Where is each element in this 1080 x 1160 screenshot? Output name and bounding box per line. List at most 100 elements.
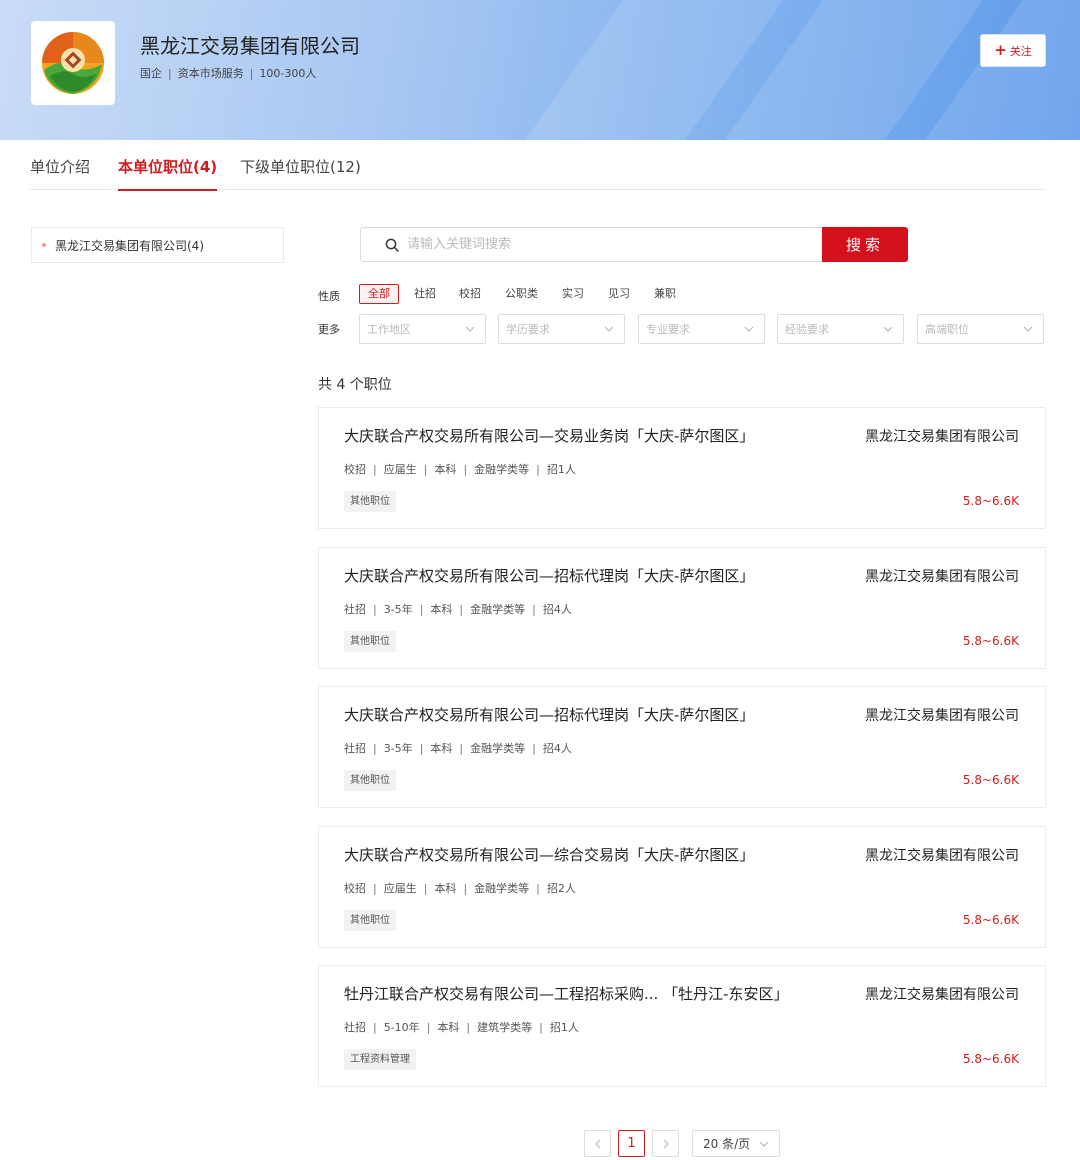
job-salary: 5.8~6.6K: [962, 913, 1019, 927]
nature-option-campus[interactable]: 校招: [459, 284, 481, 304]
company-name: 黑龙江交易集团有限公司: [140, 34, 360, 58]
dropdown-label: 工作地区: [367, 323, 411, 336]
tab-unit-jobs[interactable]: 本单位职位(4): [118, 156, 218, 191]
company-meta: 国企 | 资本市场服务 | 100-300人: [140, 67, 317, 80]
job-major: 金融学类等: [474, 882, 530, 895]
experience-dropdown[interactable]: 经验要求: [777, 314, 904, 344]
job-education: 本科: [430, 603, 453, 616]
more-filter-label: 更多: [318, 323, 340, 336]
job-education: 本科: [434, 463, 457, 476]
job-company[interactable]: 黑龙江交易集团有限公司: [865, 984, 1019, 1004]
chevron-down-icon: [465, 326, 475, 332]
dropdown-label: 学历要求: [506, 323, 550, 336]
job-card[interactable]: 大庆联合产权交易所有限公司—综合交易岗「大庆-萨尔图区」 黑龙江交易集团有限公司…: [318, 826, 1046, 948]
nature-option-trainee[interactable]: 见习: [608, 284, 630, 304]
search-icon: [385, 238, 399, 252]
job-headcount: 招2人: [546, 882, 576, 895]
job-type: 社招: [344, 742, 366, 755]
job-title[interactable]: 牡丹江联合产权交易有限公司—工程招标采购... 「牡丹江-东安区」: [344, 983, 789, 1004]
job-card[interactable]: 牡丹江联合产权交易有限公司—工程招标采购... 「牡丹江-东安区」 黑龙江交易集…: [318, 965, 1046, 1087]
nature-option-public[interactable]: 公职类: [505, 284, 538, 304]
job-headcount: 招1人: [549, 1021, 579, 1034]
prev-page-button[interactable]: [584, 1130, 611, 1157]
job-salary: 5.8~6.6K: [962, 634, 1019, 648]
job-tag: 工程资料管理: [344, 1049, 416, 1070]
nature-option-intern[interactable]: 实习: [562, 284, 584, 304]
job-type: 校招: [344, 882, 366, 895]
job-salary: 5.8~6.6K: [962, 1052, 1019, 1066]
job-experience: 应届生: [383, 463, 417, 476]
job-tag: 其他职位: [344, 491, 396, 512]
job-company[interactable]: 黑龙江交易集团有限公司: [865, 426, 1019, 446]
plus-icon: +: [994, 41, 1007, 59]
job-education: 本科: [430, 742, 453, 755]
page-number-button[interactable]: 1: [618, 1130, 645, 1157]
job-company[interactable]: 黑龙江交易集团有限公司: [865, 705, 1019, 725]
bullet-icon: [42, 243, 46, 247]
company-type: 国企: [140, 67, 162, 80]
job-company[interactable]: 黑龙江交易集团有限公司: [865, 845, 1019, 865]
job-meta: 社招 | 3-5年 | 本科 | 金融学类等 | 招4人: [344, 742, 572, 755]
job-headcount: 招4人: [542, 742, 572, 755]
job-title[interactable]: 大庆联合产权交易所有限公司—招标代理岗「大庆-萨尔图区」: [344, 704, 754, 725]
search-input[interactable]: [407, 237, 787, 252]
unit-filter-label: 黑龙江交易集团有限公司(4): [55, 238, 204, 253]
job-meta: 社招 | 3-5年 | 本科 | 金融学类等 | 招4人: [344, 603, 572, 616]
chevron-down-icon: [744, 326, 754, 332]
company-logo-icon: [42, 32, 104, 94]
search-box: [360, 227, 823, 262]
job-tag: 其他职位: [344, 770, 396, 791]
nature-option-all[interactable]: 全部: [359, 284, 399, 304]
company-banner: 黑龙江交易集团有限公司 国企 | 资本市场服务 | 100-300人 + 关注: [0, 0, 1080, 140]
education-dropdown[interactable]: 学历要求: [498, 314, 625, 344]
job-salary: 5.8~6.6K: [962, 494, 1019, 508]
dropdown-label: 经验要求: [785, 323, 829, 336]
follow-button[interactable]: + 关注: [980, 34, 1046, 67]
chevron-left-icon: [594, 1139, 600, 1148]
job-meta: 校招 | 应届生 | 本科 | 金融学类等 | 招1人: [344, 463, 576, 476]
job-card[interactable]: 大庆联合产权交易所有限公司—交易业务岗「大庆-萨尔图区」 黑龙江交易集团有限公司…: [318, 407, 1046, 529]
job-card[interactable]: 大庆联合产权交易所有限公司—招标代理岗「大庆-萨尔图区」 黑龙江交易集团有限公司…: [318, 547, 1046, 669]
work-area-dropdown[interactable]: 工作地区: [359, 314, 486, 344]
chevron-right-icon: [663, 1139, 669, 1148]
company-size: 100-300人: [259, 67, 317, 80]
total-count: 共 4 个职位: [318, 377, 392, 393]
job-tag: 其他职位: [344, 910, 396, 931]
senior-position-dropdown[interactable]: 高端职位: [917, 314, 1044, 344]
page-size-select[interactable]: 20 条/页: [692, 1130, 780, 1157]
major-dropdown[interactable]: 专业要求: [638, 314, 765, 344]
chevron-down-icon: [604, 326, 614, 332]
job-type: 社招: [344, 1021, 366, 1034]
job-meta: 校招 | 应届生 | 本科 | 金融学类等 | 招2人: [344, 882, 576, 895]
chevron-down-icon: [883, 326, 893, 332]
job-education: 本科: [437, 1021, 460, 1034]
tab-bar: 单位介绍 本单位职位(4) 下级单位职位(12): [30, 140, 1046, 191]
job-experience: 5-10年: [383, 1021, 420, 1034]
job-type: 社招: [344, 603, 366, 616]
job-experience: 应届生: [383, 882, 417, 895]
job-major: 金融学类等: [474, 463, 530, 476]
job-education: 本科: [434, 882, 457, 895]
company-industry: 资本市场服务: [177, 67, 244, 80]
job-tag: 其他职位: [344, 631, 396, 652]
job-title[interactable]: 大庆联合产权交易所有限公司—交易业务岗「大庆-萨尔图区」: [344, 425, 754, 446]
nature-filter-label: 性质: [318, 290, 340, 303]
tab-unit-intro[interactable]: 单位介绍: [30, 156, 90, 177]
nature-option-parttime[interactable]: 兼职: [654, 284, 676, 304]
job-headcount: 招4人: [542, 603, 572, 616]
job-company[interactable]: 黑龙江交易集团有限公司: [865, 566, 1019, 586]
search-button[interactable]: 搜索: [822, 227, 908, 262]
nature-option-social[interactable]: 社招: [414, 284, 436, 304]
job-title[interactable]: 大庆联合产权交易所有限公司—综合交易岗「大庆-萨尔图区」: [344, 844, 754, 865]
job-meta: 社招 | 5-10年 | 本科 | 建筑学类等 | 招1人: [344, 1021, 579, 1034]
job-title[interactable]: 大庆联合产权交易所有限公司—招标代理岗「大庆-萨尔图区」: [344, 565, 754, 586]
job-major: 金融学类等: [470, 742, 526, 755]
dropdown-label: 高端职位: [925, 323, 969, 336]
unit-filter-item[interactable]: 黑龙江交易集团有限公司(4): [31, 227, 284, 263]
job-experience: 3-5年: [383, 742, 413, 755]
tab-subunit-jobs[interactable]: 下级单位职位(12): [240, 156, 361, 177]
chevron-down-icon: [1023, 326, 1033, 332]
dropdown-label: 专业要求: [646, 323, 690, 336]
next-page-button[interactable]: [652, 1130, 679, 1157]
job-card[interactable]: 大庆联合产权交易所有限公司—招标代理岗「大庆-萨尔图区」 黑龙江交易集团有限公司…: [318, 686, 1046, 808]
